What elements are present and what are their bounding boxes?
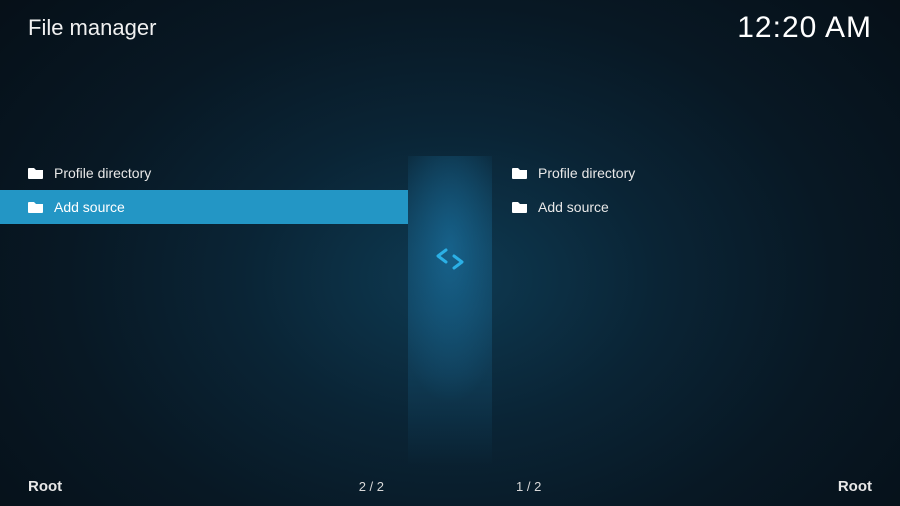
page-title: File manager <box>28 15 156 41</box>
center-strip <box>408 156 492 466</box>
right-pane-count: 1 / 2 <box>516 479 541 494</box>
list-item-label: Add source <box>538 199 609 215</box>
folder-icon <box>512 166 528 180</box>
header: File manager 12:20 AM <box>0 0 900 55</box>
list-item[interactable]: Profile directory <box>492 156 900 190</box>
right-pane: Profile directory Add source <box>492 156 900 466</box>
transfer-arrows-icon <box>433 247 467 276</box>
left-pane: Profile directory Add source <box>0 156 408 466</box>
list-item[interactable]: Add source <box>492 190 900 224</box>
list-item[interactable]: Add source <box>0 190 408 224</box>
folder-icon <box>28 166 44 180</box>
left-pane-footer: Root 2 / 2 <box>28 478 408 495</box>
file-manager-panes: Profile directory Add source Profile dir… <box>0 156 900 466</box>
folder-icon <box>512 200 528 214</box>
list-item[interactable]: Profile directory <box>0 156 408 190</box>
clock: 12:20 AM <box>737 11 872 45</box>
footer: Root 2 / 2 1 / 2 Root <box>0 466 900 506</box>
list-item-label: Profile directory <box>54 165 151 181</box>
right-pane-footer: 1 / 2 Root <box>492 478 872 495</box>
list-item-label: Add source <box>54 199 125 215</box>
list-item-label: Profile directory <box>538 165 635 181</box>
left-pane-count: 2 / 2 <box>359 479 384 494</box>
left-pane-location: Root <box>28 478 62 495</box>
right-pane-location: Root <box>838 478 872 495</box>
folder-icon <box>28 200 44 214</box>
